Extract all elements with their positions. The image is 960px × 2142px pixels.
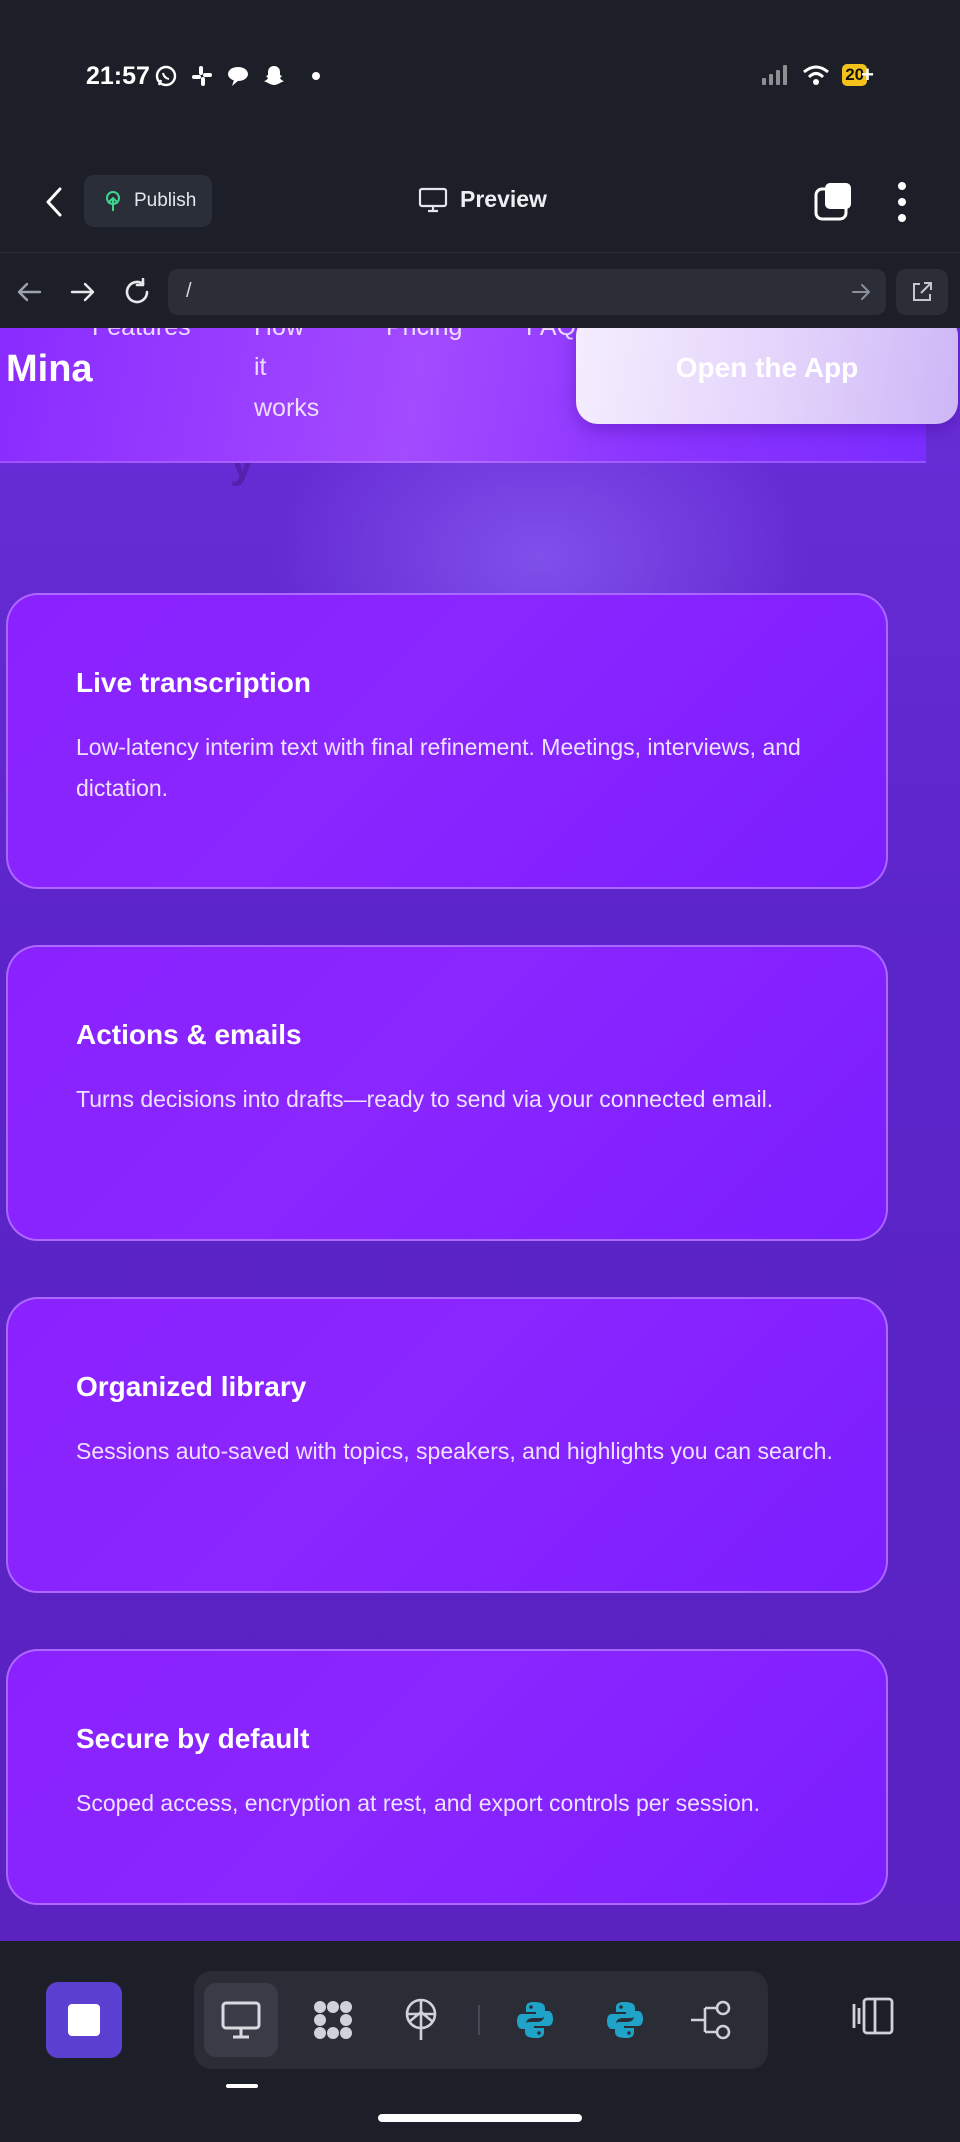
more-dot xyxy=(898,214,906,222)
reload-icon xyxy=(125,278,149,304)
url-text: / xyxy=(186,280,192,302)
arrow-left-icon xyxy=(17,282,42,302)
deploy-icon xyxy=(405,1998,437,2040)
more-dot xyxy=(898,198,906,206)
nav-link-features[interactable]: Features xyxy=(92,328,191,348)
chevron-left-icon xyxy=(46,187,62,217)
connections-icon xyxy=(691,2000,731,2040)
tabs-icon xyxy=(814,183,851,221)
feature-description: Sessions auto-saved with topics, speaker… xyxy=(76,1438,833,1464)
system-icons: 20 + xyxy=(762,62,874,88)
stop-icon xyxy=(68,2004,100,2036)
open-app-label: Open the App xyxy=(675,352,859,383)
preview-label: Preview xyxy=(460,186,547,212)
whatsapp-icon xyxy=(154,64,178,88)
feature-title: Live transcription xyxy=(76,667,311,698)
more-dot xyxy=(898,182,906,190)
preview-toggle[interactable]: Preview xyxy=(418,186,547,213)
back-button[interactable] xyxy=(38,186,70,218)
stop-button[interactable] xyxy=(46,1982,122,2058)
feature-description: Low-latency interim text with final refi… xyxy=(76,734,801,801)
python-icon xyxy=(607,2002,643,2038)
wifi-icon xyxy=(803,65,830,85)
toolbar-divider xyxy=(478,2005,480,2035)
external-link-icon xyxy=(913,282,932,301)
feature-title: Actions & emails xyxy=(76,1019,302,1050)
feature-card-actions-emails: Actions & emails Turns decisions into dr… xyxy=(6,945,888,1241)
python-tool-button[interactable] xyxy=(498,1983,572,2057)
publish-button[interactable]: Publish xyxy=(84,175,212,227)
webview-tool-button[interactable] xyxy=(204,1983,278,2057)
tool-switcher xyxy=(194,1971,768,2069)
snapchat-icon xyxy=(262,64,286,88)
site-logo[interactable]: Mina xyxy=(6,348,93,391)
slack-icon xyxy=(190,64,214,88)
browser-forward-button[interactable] xyxy=(68,277,98,307)
nav-link-pricing[interactable]: Pricing xyxy=(386,328,462,348)
feature-description: Scoped access, encryption at rest, and e… xyxy=(76,1790,760,1816)
url-bar[interactable]: / xyxy=(168,269,886,315)
go-arrow-icon[interactable] xyxy=(850,281,872,303)
feature-card-secure-by-default: Secure by default Scoped access, encrypt… xyxy=(6,1649,888,1905)
charging-icon: + xyxy=(861,62,874,87)
chat-bubble-icon xyxy=(226,64,250,88)
signal-icon xyxy=(762,65,788,85)
publish-label: Publish xyxy=(134,190,197,211)
browser-bar: / xyxy=(0,252,960,329)
feature-card-live-transcription: Live transcription Low-latency interim t… xyxy=(6,593,888,889)
feature-title: Secure by default xyxy=(76,1723,310,1754)
connections-tool-button[interactable] xyxy=(674,1983,748,2057)
more-menu-button[interactable] xyxy=(890,182,914,222)
status-time: 21:57 xyxy=(86,62,150,90)
nav-link-how-it-works-line: How xyxy=(254,328,304,348)
open-external-button[interactable] xyxy=(896,269,948,315)
deploy-tool-button[interactable] xyxy=(384,1983,458,2057)
feature-card-organized-library: Organized library Sessions auto-saved wi… xyxy=(6,1297,888,1593)
site-header: Mina Features How it works Pricing FAQ O… xyxy=(0,328,958,463)
active-tool-indicator xyxy=(226,2084,258,2088)
browser-back-button[interactable] xyxy=(14,277,44,307)
workflows-tool-button[interactable] xyxy=(296,1983,370,2057)
monitor-icon xyxy=(418,187,448,212)
notification-icons xyxy=(154,64,320,88)
feature-title: Organized library xyxy=(76,1371,307,1402)
publish-icon xyxy=(106,191,120,211)
nav-link-faq[interactable]: FAQ xyxy=(526,328,576,348)
workflow-grid-icon xyxy=(314,2001,352,2039)
reload-button[interactable] xyxy=(122,277,152,307)
home-indicator xyxy=(378,2114,582,2122)
python-icon xyxy=(517,2002,553,2038)
side-panel-icon xyxy=(852,1997,894,2035)
status-bar: 21:57 20 + xyxy=(0,0,960,150)
tabs-button[interactable] xyxy=(813,180,855,222)
panel-toggle-button[interactable] xyxy=(848,1991,898,2041)
open-app-button[interactable]: Open the App xyxy=(576,328,958,424)
bottom-dock xyxy=(0,1941,960,2142)
more-notifications-dot xyxy=(312,72,320,80)
nav-link-how-it-works-line: works xyxy=(254,394,320,422)
python-tool-button[interactable] xyxy=(588,1983,662,2057)
web-preview: y Mina Features How it works Pricing FAQ… xyxy=(0,328,960,1941)
nav-link-how-it-works-line: it xyxy=(254,353,267,381)
app-toolbar: Publish Preview xyxy=(0,150,960,252)
feature-description: Turns decisions into drafts—ready to sen… xyxy=(76,1086,774,1112)
arrow-right-icon xyxy=(70,282,95,302)
monitor-icon xyxy=(221,2001,261,2039)
